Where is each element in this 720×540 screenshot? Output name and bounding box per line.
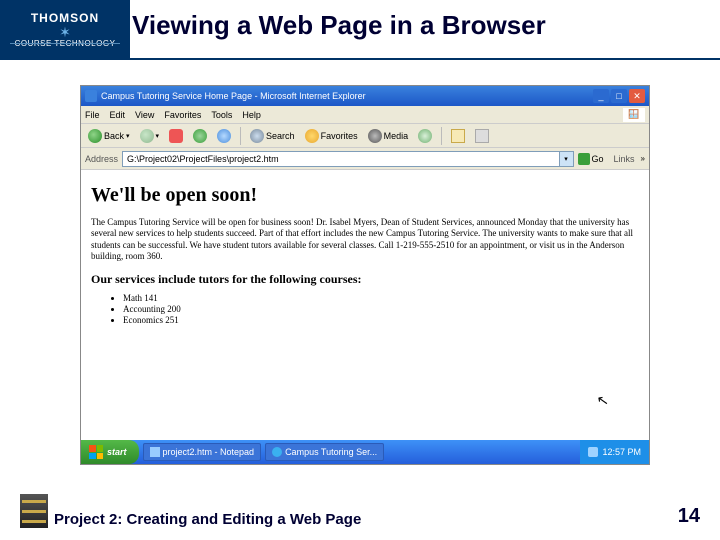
menubar: File Edit View Favorites Tools Help 🪟 <box>81 106 649 124</box>
media-button[interactable]: Media <box>365 128 412 144</box>
media-label: Media <box>384 131 409 141</box>
close-button[interactable]: ✕ <box>629 89 645 103</box>
notepad-icon <box>150 447 160 457</box>
home-icon <box>217 129 231 143</box>
stop-icon <box>169 129 183 143</box>
go-icon <box>578 153 590 165</box>
ie-icon <box>85 90 97 102</box>
mail-icon <box>451 129 465 143</box>
links-chevron-icon[interactable]: » <box>641 154 645 163</box>
menu-help[interactable]: Help <box>242 110 261 120</box>
print-icon <box>475 129 489 143</box>
search-icon <box>250 129 264 143</box>
print-button[interactable] <box>472 128 492 144</box>
task-label: project2.htm - Notepad <box>163 447 255 457</box>
history-button[interactable] <box>415 128 435 144</box>
slide-number: 14 <box>678 505 700 528</box>
chevron-down-icon: ▾ <box>126 132 130 140</box>
page-heading: We'll be open soon! <box>91 184 639 207</box>
page-paragraph: The Campus Tutoring Service will be open… <box>91 217 639 262</box>
window-title: Campus Tutoring Service Home Page - Micr… <box>101 91 593 101</box>
back-button[interactable]: Back ▾ <box>85 128 133 144</box>
address-value: G:\Project02\ProjectFiles\project2.htm <box>127 154 279 164</box>
menu-view[interactable]: View <box>135 110 154 120</box>
slide-header: THOMSON ✶ COURSE TECHNOLOGY Viewing a We… <box>0 0 720 60</box>
star-icon <box>305 129 319 143</box>
address-label: Address <box>85 154 118 164</box>
history-icon <box>418 129 432 143</box>
search-button[interactable]: Search <box>247 128 298 144</box>
task-label: Campus Tutoring Ser... <box>285 447 377 457</box>
media-icon <box>368 129 382 143</box>
window-controls: _ □ ✕ <box>593 89 645 103</box>
links-label[interactable]: Links <box>614 154 635 164</box>
toolbar-separator <box>441 127 442 145</box>
list-item: Economics 251 <box>123 315 639 325</box>
favorites-label: Favorites <box>321 131 358 141</box>
ie-icon <box>272 447 282 457</box>
search-label: Search <box>266 131 295 141</box>
menu-edit[interactable]: Edit <box>110 110 126 120</box>
maximize-button[interactable]: □ <box>611 89 627 103</box>
list-item: Math 141 <box>123 293 639 303</box>
taskbar-item-notepad[interactable]: project2.htm - Notepad <box>143 443 262 461</box>
page-subheading: Our services include tutors for the foll… <box>91 272 639 287</box>
mail-button[interactable] <box>448 128 468 144</box>
course-list: Math 141 Accounting 200 Economics 251 <box>123 293 639 325</box>
list-item: Accounting 200 <box>123 304 639 314</box>
titlebar[interactable]: Campus Tutoring Service Home Page - Micr… <box>81 86 649 106</box>
publisher-logo: THOMSON ✶ COURSE TECHNOLOGY <box>0 0 130 58</box>
refresh-icon <box>193 129 207 143</box>
system-tray[interactable]: 12:57 PM <box>580 440 649 464</box>
throbber-icon: 🪟 <box>623 108 645 122</box>
menu-favorites[interactable]: Favorites <box>164 110 201 120</box>
series-logo <box>20 494 48 528</box>
page-viewport[interactable]: We'll be open soon! The Campus Tutoring … <box>81 170 649 440</box>
footer-text: Project 2: Creating and Editing a Web Pa… <box>54 511 361 528</box>
slide-title: Viewing a Web Page in a Browser <box>130 0 720 58</box>
browser-window: Campus Tutoring Service Home Page - Micr… <box>80 85 650 465</box>
go-button[interactable]: Go <box>578 153 604 165</box>
refresh-button[interactable] <box>190 128 210 144</box>
tray-icon <box>588 447 598 457</box>
toolbar-separator <box>240 127 241 145</box>
windows-logo-icon <box>89 445 103 459</box>
menu-tools[interactable]: Tools <box>211 110 232 120</box>
back-icon <box>88 129 102 143</box>
address-dropdown-icon[interactable]: ▾ <box>559 152 573 166</box>
forward-button[interactable]: ▾ <box>137 128 163 144</box>
slide-footer: Project 2: Creating and Editing a Web Pa… <box>0 480 720 540</box>
logo-top-text: THOMSON <box>31 11 99 25</box>
back-label: Back <box>104 131 124 141</box>
menu-file[interactable]: File <box>85 110 100 120</box>
favorites-button[interactable]: Favorites <box>302 128 361 144</box>
clock: 12:57 PM <box>602 447 641 457</box>
forward-icon <box>140 129 154 143</box>
start-label: start <box>107 447 127 457</box>
stop-button[interactable] <box>166 128 186 144</box>
start-button[interactable]: start <box>81 440 139 464</box>
toolbar: Back ▾ ▾ Search Favorites Media <box>81 124 649 148</box>
taskbar-item-ie[interactable]: Campus Tutoring Ser... <box>265 443 384 461</box>
addressbar: Address G:\Project02\ProjectFiles\projec… <box>81 148 649 170</box>
chevron-down-icon: ▾ <box>156 132 160 140</box>
star-icon: ✶ <box>59 25 71 39</box>
minimize-button[interactable]: _ <box>593 89 609 103</box>
logo-underline <box>10 43 120 44</box>
taskbar: start project2.htm - Notepad Campus Tuto… <box>81 440 649 464</box>
home-button[interactable] <box>214 128 234 144</box>
address-input[interactable]: G:\Project02\ProjectFiles\project2.htm ▾ <box>122 151 573 167</box>
go-label: Go <box>592 154 604 164</box>
cursor-icon: ↖ <box>596 392 611 411</box>
